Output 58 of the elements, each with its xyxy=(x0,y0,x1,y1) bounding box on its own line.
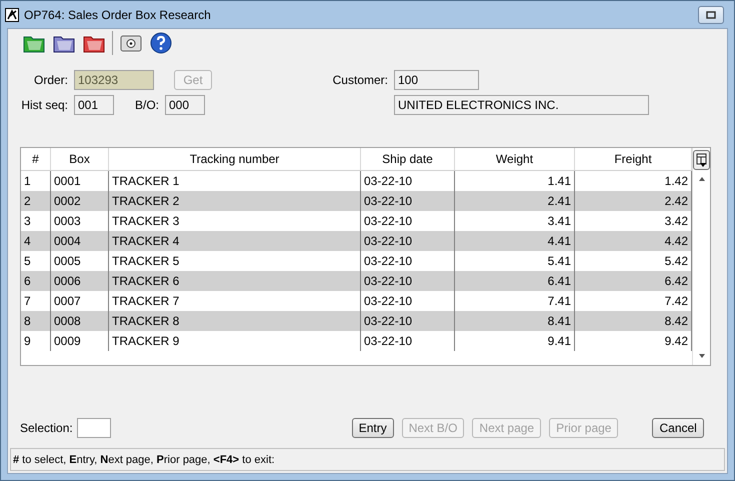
table-cell: 4 xyxy=(21,231,51,251)
status-text: # to select, Entry, Next page, Prior page, <F4> to exit: xyxy=(13,454,275,466)
table-cell: 2.41 xyxy=(455,191,575,211)
bo-field[interactable]: 000 xyxy=(165,94,205,114)
table-cell: 0002 xyxy=(51,191,109,211)
table-cell: TRACKER 6 xyxy=(109,271,361,291)
table-cell: 9.42 xyxy=(575,331,692,351)
table-cell: 8.42 xyxy=(575,311,692,331)
customer-name-field[interactable]: UNITED ELECTRONICS INC. xyxy=(394,94,649,114)
table-cell: 9.41 xyxy=(455,331,575,351)
help-icon[interactable] xyxy=(149,31,173,55)
scrollbar[interactable] xyxy=(692,148,710,365)
table-cell: 0004 xyxy=(51,231,109,251)
table-cell: TRACKER 2 xyxy=(109,191,361,211)
column-header[interactable]: Tracking number xyxy=(109,148,361,170)
customer-field[interactable]: 100 xyxy=(394,70,479,90)
table-cell: 8 xyxy=(21,311,51,331)
table-cell: 9 xyxy=(21,331,51,351)
column-header[interactable]: # xyxy=(21,148,51,170)
customer-label: Customer: xyxy=(332,72,388,86)
window-title: OP764: Sales Order Box Research xyxy=(24,8,211,22)
table-cell: 4.41 xyxy=(455,231,575,251)
table-cell: TRACKER 8 xyxy=(109,311,361,331)
table-cell: 6.42 xyxy=(575,271,692,291)
hist-seq-field[interactable]: 001 xyxy=(74,94,114,114)
table-cell: TRACKER 4 xyxy=(109,231,361,251)
table-cell: 2.42 xyxy=(575,191,692,211)
entry-button[interactable]: Entry xyxy=(352,418,394,438)
column-header[interactable]: Ship date xyxy=(361,148,455,170)
hist-seq-label: Hist seq: xyxy=(20,98,68,112)
table-cell: 03-22-10 xyxy=(361,311,455,331)
table-cell: 0008 xyxy=(51,311,109,331)
table-cell: 6.41 xyxy=(455,271,575,291)
table-cell: 03-22-10 xyxy=(361,191,455,211)
selection-label: Selection: xyxy=(20,421,73,435)
restore-icon[interactable] xyxy=(706,10,716,18)
column-chooser-icon[interactable] xyxy=(693,150,710,170)
scroll-down-icon[interactable] xyxy=(698,353,706,359)
table-cell: 03-22-10 xyxy=(361,271,455,291)
app-logo-icon xyxy=(5,8,19,22)
column-header[interactable]: Freight xyxy=(575,148,692,170)
column-header[interactable]: Weight xyxy=(455,148,575,170)
table-cell: 0009 xyxy=(51,331,109,351)
selection-field[interactable] xyxy=(76,418,111,438)
table-cell: 2 xyxy=(21,191,51,211)
table-cell: 8.41 xyxy=(455,311,575,331)
scroll-up-icon[interactable] xyxy=(698,176,706,182)
table-cell: TRACKER 9 xyxy=(109,331,361,351)
column-header[interactable]: Box xyxy=(51,148,109,170)
cancel-button[interactable]: Cancel xyxy=(652,418,704,438)
table-cell: 0006 xyxy=(51,271,109,291)
order-label: Order: xyxy=(32,72,68,86)
table-cell: 6 xyxy=(21,271,51,291)
order-field[interactable]: 103293 xyxy=(74,70,154,90)
bo-label: B/O: xyxy=(134,98,159,112)
table-cell: 4.42 xyxy=(575,231,692,251)
table-cell: 03-22-10 xyxy=(361,231,455,251)
table-cell: 03-22-10 xyxy=(361,331,455,351)
